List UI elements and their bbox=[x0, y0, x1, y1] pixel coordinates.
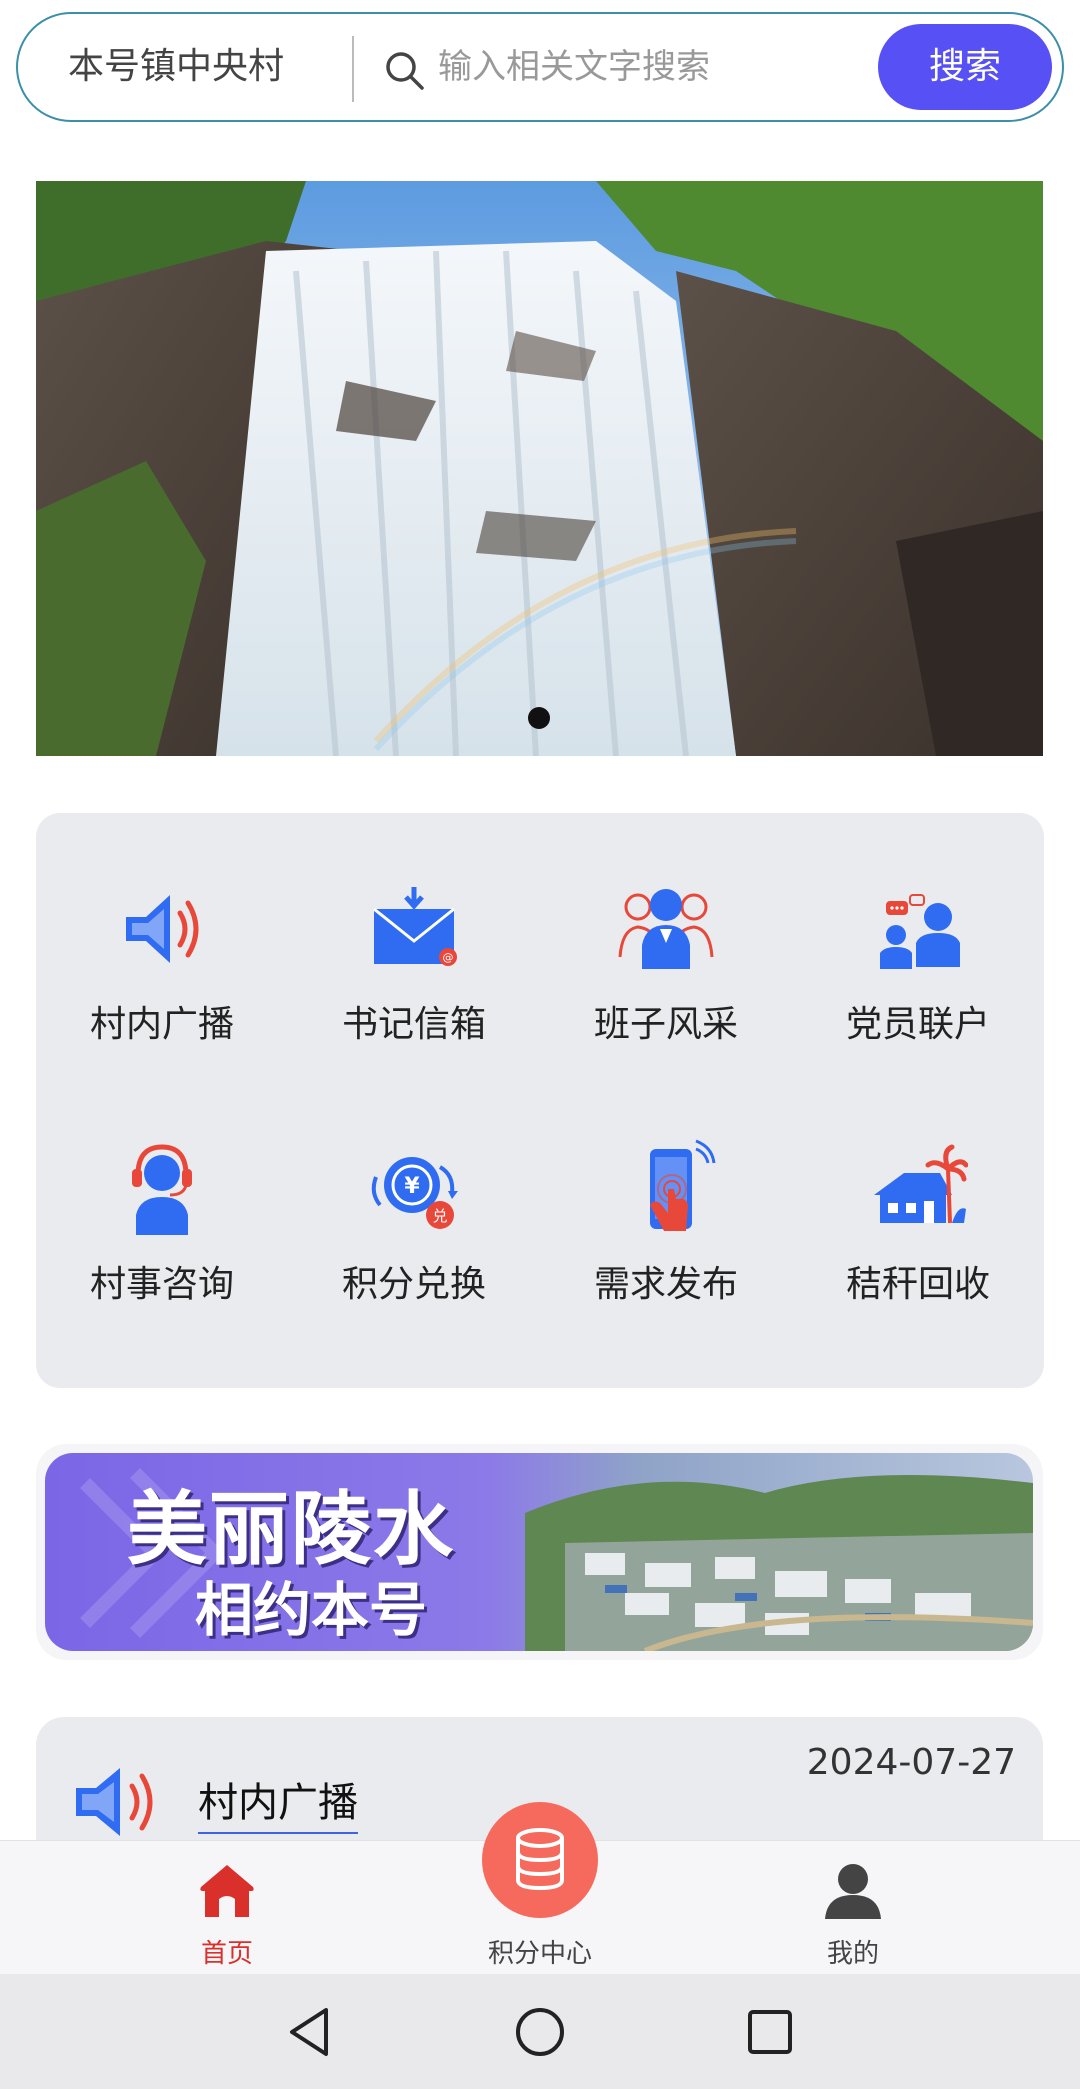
feature-party-member-link[interactable]: 党员联户 bbox=[792, 879, 1044, 1079]
system-nav-bar bbox=[0, 1974, 1080, 2089]
svg-text:@: @ bbox=[443, 951, 454, 964]
search-icon bbox=[386, 52, 424, 90]
members-chat-icon bbox=[880, 894, 960, 969]
feature-label: 需求发布 bbox=[593, 1264, 738, 1305]
broadcast-date: 2024-07-27 bbox=[806, 1742, 1016, 1783]
promo-banner[interactable]: 美丽陵水 相约本号 bbox=[45, 1453, 1033, 1651]
back-icon[interactable] bbox=[280, 2002, 340, 2062]
points-exchange-icon: ¥ 兑 bbox=[371, 1157, 458, 1229]
feature-straw-recycle[interactable]: 秸秆回收 bbox=[792, 1139, 1044, 1339]
feature-points-exchange[interactable]: ¥ 兑 积分兑换 bbox=[288, 1139, 540, 1339]
search-divider bbox=[352, 36, 354, 102]
search-bar: 本号镇中央村 搜索 bbox=[16, 12, 1064, 122]
home-icon bbox=[200, 1865, 254, 1917]
feature-label: 党员联户 bbox=[845, 1004, 990, 1045]
speaker-icon bbox=[76, 1768, 153, 1836]
broadcast-title[interactable]: 村内广播 bbox=[198, 1770, 358, 1834]
search-input[interactable] bbox=[438, 34, 878, 100]
points-center-button[interactable] bbox=[482, 1802, 598, 1918]
nav-home[interactable]: 首页 bbox=[127, 1841, 327, 1975]
feature-village-broadcast[interactable]: 村内广播 bbox=[36, 879, 288, 1079]
user-icon bbox=[825, 1864, 881, 1919]
database-icon bbox=[516, 1828, 564, 1891]
nav-mine-label: 我的 bbox=[826, 1939, 879, 1969]
mail-icon: @ bbox=[373, 887, 457, 966]
headset-icon bbox=[132, 1144, 192, 1235]
speaker-icon bbox=[126, 895, 199, 963]
waterfall-photo bbox=[36, 181, 1043, 756]
home-circle-icon[interactable] bbox=[510, 2002, 570, 2062]
nav-home-label: 首页 bbox=[200, 1939, 253, 1969]
search-button[interactable]: 搜索 bbox=[878, 24, 1052, 110]
feature-label: 积分兑换 bbox=[341, 1264, 486, 1305]
feature-label: 班子风采 bbox=[593, 1004, 738, 1045]
house-palm-icon bbox=[874, 1144, 968, 1224]
recents-square-icon[interactable] bbox=[740, 2002, 800, 2062]
svg-text:兑: 兑 bbox=[432, 1207, 447, 1225]
feature-team-profile[interactable]: 班子风采 bbox=[540, 879, 792, 1079]
svg-text:¥: ¥ bbox=[404, 1174, 420, 1199]
feature-village-consult[interactable]: 村事咨询 bbox=[36, 1139, 288, 1339]
village-selector[interactable]: 本号镇中央村 bbox=[68, 14, 284, 120]
team-icon bbox=[618, 889, 714, 969]
promo-subtitle: 相约本号 bbox=[195, 1576, 428, 1644]
nav-points-label: 积分中心 bbox=[487, 1939, 592, 1969]
feature-demand-publish[interactable]: 需求发布 bbox=[540, 1139, 792, 1339]
feature-label: 村内广播 bbox=[89, 1004, 234, 1045]
hero-carousel[interactable] bbox=[36, 181, 1043, 756]
feature-secretary-mailbox[interactable]: @ 书记信箱 bbox=[288, 879, 540, 1079]
carousel-indicator-dot[interactable] bbox=[528, 707, 550, 729]
feature-label: 村事咨询 bbox=[89, 1264, 234, 1305]
feature-grid: 村内广播 @ 书记信箱 班子风采 党员联户 村事咨询 ¥ 兑 积分兑换 需求发布… bbox=[36, 813, 1044, 1388]
phone-touch-icon bbox=[650, 1139, 716, 1231]
feature-label: 秸秆回收 bbox=[845, 1264, 990, 1305]
feature-label: 书记信箱 bbox=[341, 1004, 486, 1045]
nav-mine[interactable]: 我的 bbox=[753, 1841, 953, 1975]
